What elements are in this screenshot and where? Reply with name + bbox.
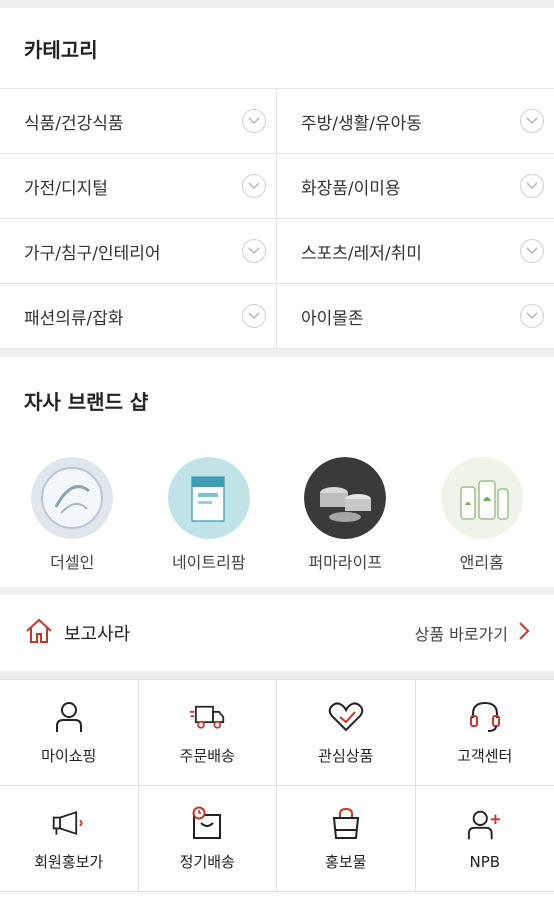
delivery-truck-icon	[189, 699, 225, 735]
category-label: 가구/침구/인테리어	[24, 243, 161, 264]
add-person-icon	[467, 807, 503, 843]
chevron-down-icon[interactable]	[242, 239, 266, 263]
category-furniture-bedding-interior[interactable]: 가구/침구/인테리어	[0, 219, 277, 284]
megaphone-icon	[51, 805, 87, 841]
brand-logo-image[interactable]	[304, 457, 387, 539]
menu-label: 회원홍보가	[34, 853, 104, 871]
menu-label: 관심상품	[318, 747, 374, 765]
home-icon	[24, 617, 54, 650]
section-divider	[0, 349, 554, 357]
heart-icon	[328, 699, 364, 735]
person-icon	[51, 699, 87, 735]
brand-label: 퍼마라이프	[308, 553, 383, 572]
category-kitchen-living-kids[interactable]: 주방/생활/유아동	[277, 89, 554, 154]
category-label: 패션의류/잡화	[24, 308, 124, 329]
brand-item-thecellin[interactable]: 더셀인	[12, 443, 132, 587]
category-label: 식품/건강식품	[24, 113, 124, 134]
menu-order-delivery[interactable]: 주문배송	[138, 680, 277, 786]
top-divider	[0, 0, 554, 8]
category-grid: 식품/건강식품 주방/생활/유아동 가전/디지털 화장품/이미용 가구/침구/인…	[0, 88, 554, 349]
menu-label: 마이쇼핑	[41, 747, 97, 765]
menu-my-shopping[interactable]: 마이쇼핑	[0, 680, 139, 786]
category-kids-zone[interactable]: 아이몰존	[277, 284, 554, 349]
headset-icon	[467, 699, 503, 735]
brand-item-natripharm[interactable]: 네이트리팜	[149, 443, 269, 587]
menu-npb[interactable]: NPB	[415, 786, 554, 892]
category-label: 스포츠/레저/취미	[301, 243, 422, 264]
go-to-products-link[interactable]: 상품 바로가기	[415, 621, 530, 645]
menu-label: 정기배송	[179, 853, 235, 871]
category-label: 가전/디지털	[24, 178, 108, 199]
menu-customer-center[interactable]: 고객센터	[415, 680, 554, 786]
brand-label: 앤리홈	[459, 553, 504, 572]
category-label: 주방/생활/유아동	[301, 113, 422, 134]
brand-item-anrihome[interactable]: 앤리홈	[422, 443, 542, 587]
category-food-health[interactable]: 식품/건강식품	[0, 89, 277, 154]
menu-label: 고객센터	[457, 747, 513, 765]
menu-member-promoter[interactable]: 회원홍보가	[0, 786, 139, 892]
brand-list: 더셀인 네이트리팜 퍼마라이프 앤리홈	[0, 443, 554, 587]
brand-label: 더셀인	[50, 553, 95, 572]
chevron-down-icon[interactable]	[520, 109, 544, 133]
menu-wishlist[interactable]: 관심상품	[277, 680, 416, 786]
brand-label: 네이트리팜	[171, 553, 246, 572]
menu-promo-materials[interactable]: 홍보물	[277, 786, 416, 892]
chevron-right-icon	[518, 621, 530, 645]
menu-label: 주문배송	[179, 747, 235, 765]
brand-logo-image[interactable]	[440, 457, 523, 539]
brand-logo-image[interactable]	[31, 457, 114, 539]
chevron-down-icon[interactable]	[242, 304, 266, 328]
shopping-bag-icon	[328, 805, 364, 841]
category-label: 아이몰존	[301, 308, 364, 329]
category-title: 카테고리	[24, 37, 98, 62]
brand-shop-title: 자사 브랜드 샵	[24, 389, 149, 414]
chevron-down-icon[interactable]	[520, 304, 544, 328]
go-to-products-label: 상품 바로가기	[414, 625, 508, 644]
category-fashion-goods[interactable]: 패션의류/잡화	[0, 284, 277, 349]
category-sports-leisure-hobby[interactable]: 스포츠/레저/취미	[277, 219, 554, 284]
brand-item-permalife[interactable]: 퍼마라이프	[285, 443, 405, 587]
menu-label: NPB	[469, 852, 501, 871]
chevron-down-icon[interactable]	[520, 174, 544, 198]
chevron-down-icon[interactable]	[242, 109, 266, 133]
section-divider	[0, 671, 554, 679]
chevron-down-icon[interactable]	[242, 174, 266, 198]
category-label: 화장품/이미용	[301, 178, 401, 199]
brand-logo-image[interactable]	[167, 457, 250, 539]
chevron-down-icon[interactable]	[520, 239, 544, 263]
bogosara-banner[interactable]: 보고사라 상품 바로가기	[0, 595, 554, 671]
scheduled-bag-icon	[189, 805, 225, 841]
menu-label: 홍보물	[325, 853, 367, 871]
section-divider	[0, 587, 554, 595]
bogosara-label: 보고사라	[64, 624, 131, 645]
category-appliance-digital[interactable]: 가전/디지털	[0, 154, 277, 219]
category-cosmetics-beauty[interactable]: 화장품/이미용	[277, 154, 554, 219]
quick-menu-grid: 마이쇼핑 주문배송 관심상품 고객센터 회원홍보가 정기배송 홍보물 NPB	[0, 679, 554, 892]
menu-scheduled-delivery[interactable]: 정기배송	[138, 786, 277, 892]
